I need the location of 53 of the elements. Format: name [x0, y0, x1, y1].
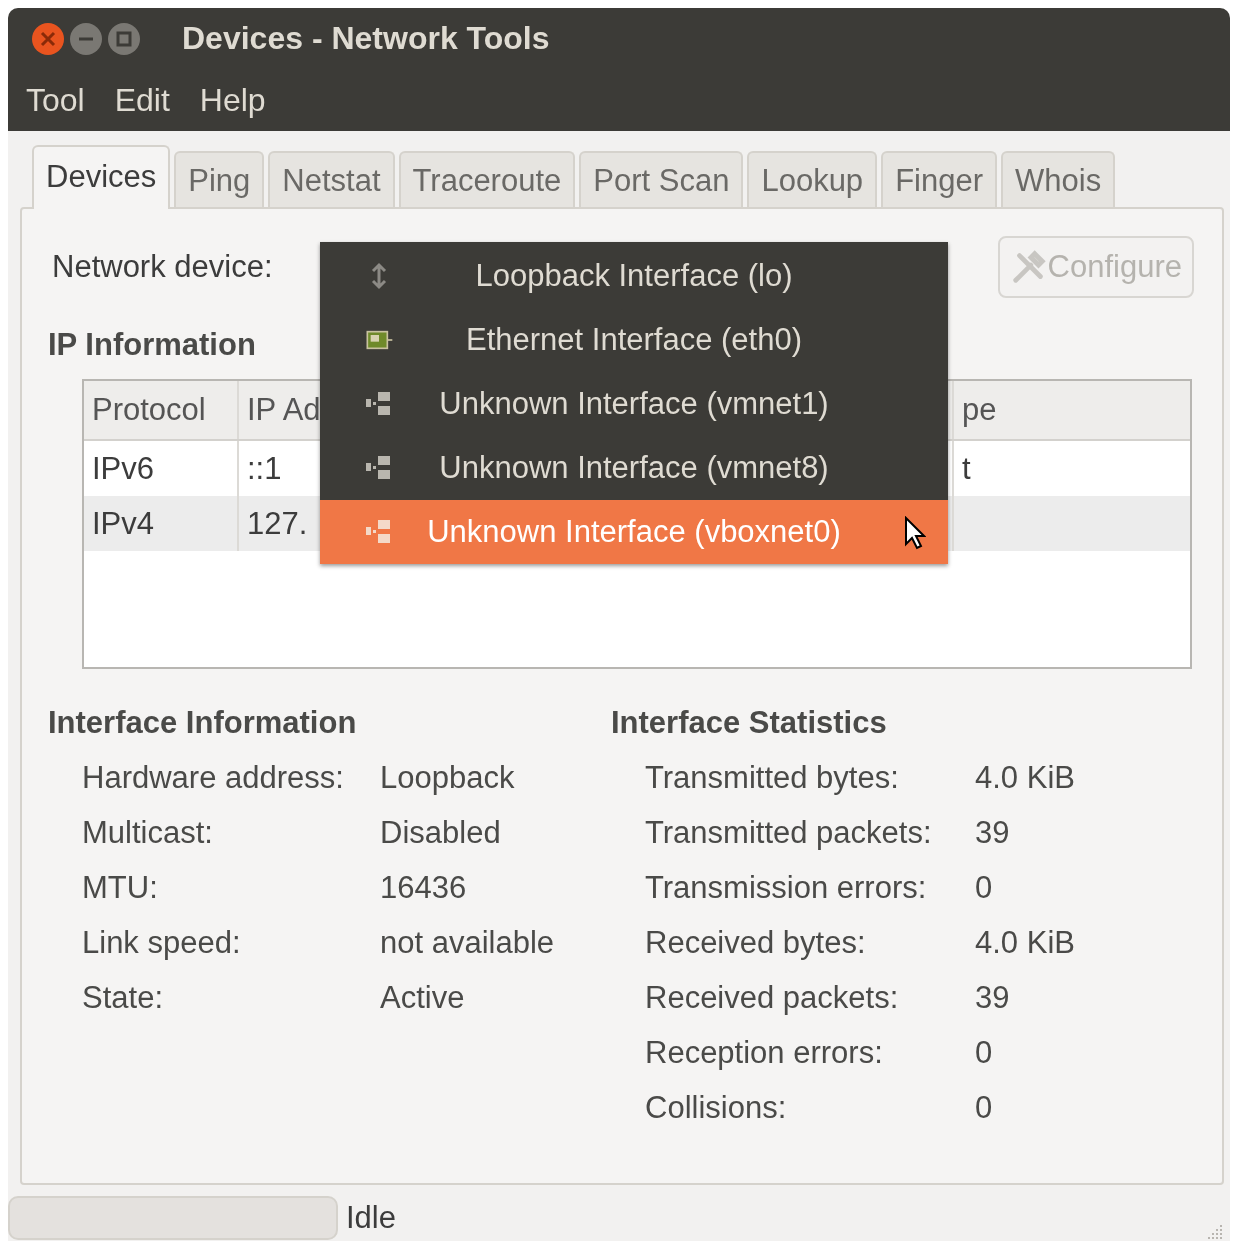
window-title: Devices - Network Tools [182, 20, 550, 58]
field-value: not available [380, 924, 556, 961]
mouse-cursor-icon [904, 516, 926, 550]
tab[interactable]: Whois [1001, 151, 1116, 207]
tab[interactable]: Netstat [268, 151, 395, 207]
field-label: Hardware address: [82, 759, 345, 796]
tab[interactable]: Devices [32, 145, 171, 209]
field-value: 4.0 KiB [975, 759, 1075, 796]
column-header[interactable]: Protocol [84, 381, 239, 439]
field-label: MTU: [82, 869, 159, 906]
menu-item[interactable]: Unknown Interface (vmnet1) [320, 372, 948, 436]
field-value: 4.0 KiB [975, 924, 1075, 961]
field-label: Transmitted bytes: [645, 759, 900, 796]
tab[interactable]: Port Scan [579, 151, 744, 207]
field-value: Disabled [380, 814, 502, 851]
tab[interactable]: Ping [174, 151, 265, 207]
field-label: Reception errors: [645, 1034, 884, 1071]
tab[interactable]: Lookup [747, 151, 878, 207]
field-label: Received packets: [645, 979, 900, 1016]
table-cell: IPv4 [84, 496, 239, 551]
menu-item[interactable]: Edit [114, 82, 170, 119]
menu-item[interactable]: Loopback Interface (lo) [320, 244, 948, 308]
field-value: 0 [975, 1089, 994, 1126]
field-value: 39 [975, 979, 1011, 1016]
field-value: 16436 [380, 869, 468, 906]
section-title: Interface Statistics [611, 705, 888, 741]
field-label: Collisions: [645, 1089, 788, 1126]
field-value: Active [380, 979, 466, 1016]
field-label: Received bytes: [645, 924, 867, 961]
close-icon[interactable] [30, 21, 66, 57]
tab[interactable]: Traceroute [398, 151, 576, 207]
resize-grip-icon[interactable] [1206, 1223, 1224, 1241]
field-value: 0 [975, 1034, 994, 1071]
field-label: State: [82, 979, 164, 1016]
field-label: Link speed: [82, 924, 242, 961]
section-title: Interface Information [48, 705, 358, 741]
tab[interactable]: Finger [881, 151, 997, 207]
table-cell-text: t [961, 449, 972, 488]
status-text: Idle [346, 1200, 396, 1236]
maximize-icon[interactable] [106, 21, 142, 57]
field-label: Transmitted packets: [645, 814, 933, 851]
minimize-icon[interactable] [68, 21, 104, 57]
field-label: Transmission errors: [645, 869, 928, 906]
menu-item[interactable]: Tool [26, 82, 85, 119]
section-title: IP Information [48, 327, 256, 363]
field-value: 0 [975, 869, 994, 906]
field-label: Multicast: [82, 814, 214, 851]
field-label: Network device: [52, 249, 273, 285]
menu-item[interactable]: Ethernet Interface (eth0) [320, 308, 948, 372]
field-value: 39 [975, 814, 1011, 851]
field-value: Loopback [380, 759, 516, 796]
menu-item[interactable]: Help [199, 82, 266, 119]
column-header[interactable]: pe [954, 381, 1190, 439]
